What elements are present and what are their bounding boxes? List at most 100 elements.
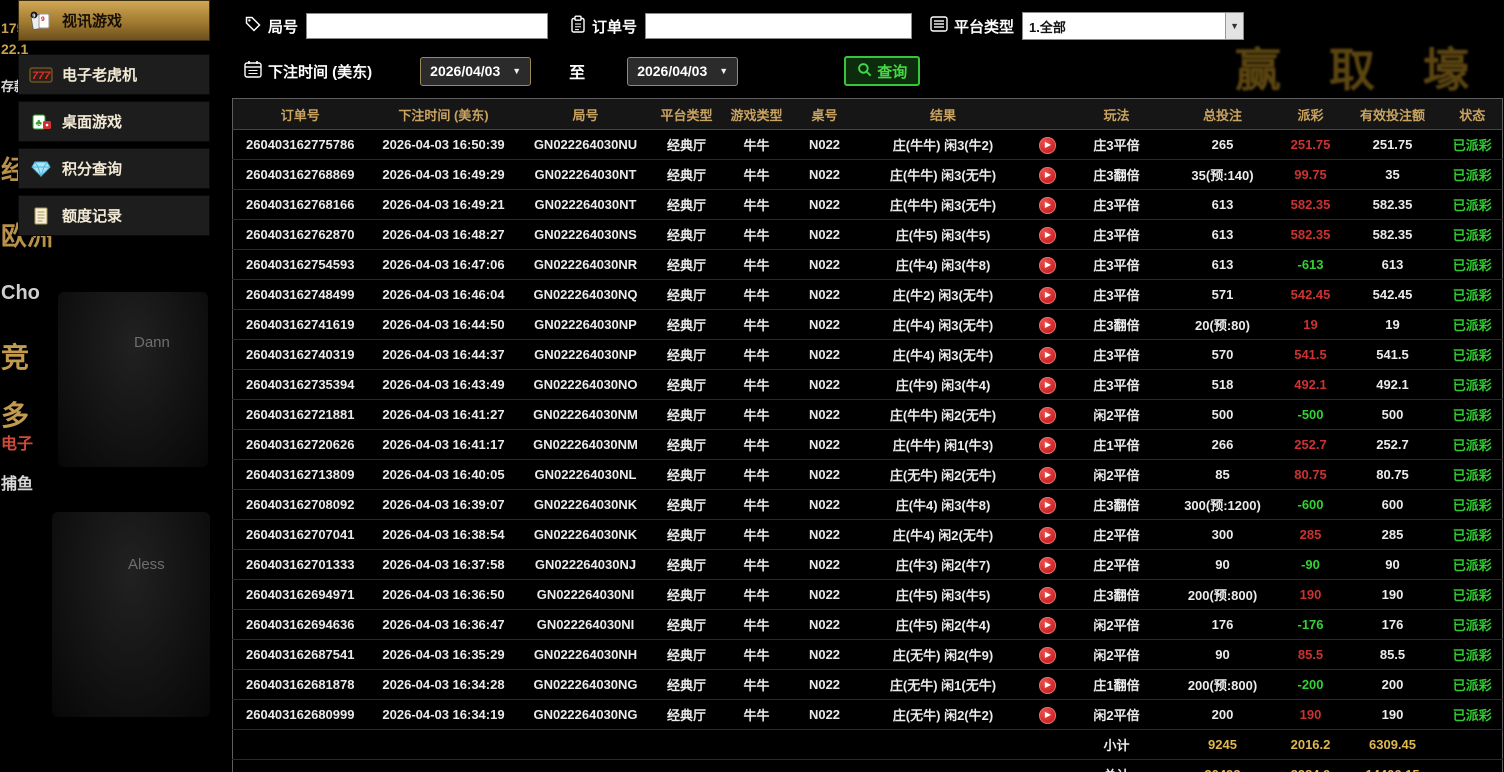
- cell-table-number: N022: [791, 459, 858, 490]
- play-icon: ▶: [1044, 470, 1052, 480]
- cell-game-type: 牛牛: [721, 339, 792, 370]
- cell-status: 已派彩: [1442, 429, 1503, 460]
- cell-valid-bet: 613: [1342, 249, 1443, 280]
- date-to-picker[interactable]: 2026/04/03 ▼: [627, 56, 739, 86]
- cell-game-type: 牛牛: [721, 369, 792, 400]
- cell-payout: 190: [1278, 699, 1343, 730]
- cell-payout: 80.75: [1278, 459, 1343, 490]
- cell-total-bet: 300: [1166, 519, 1279, 550]
- replay-button[interactable]: ▶: [1039, 316, 1056, 334]
- replay-button[interactable]: ▶: [1039, 196, 1056, 214]
- round-number-input[interactable]: [306, 13, 549, 39]
- cell-round-number: GN022264030NK: [519, 489, 652, 520]
- sidebar-item-slots[interactable]: 777 电子老虎机: [18, 54, 210, 95]
- play-icon: ▶: [1044, 380, 1052, 390]
- replay-button[interactable]: ▶: [1039, 586, 1056, 604]
- table-row: 260403162694971 2026-04-03 16:36:50 GN02…: [232, 579, 1503, 610]
- platform-type-select[interactable]: 1.全部 ▼: [1022, 12, 1245, 40]
- table-row: 260403162741619 2026-04-03 16:44:50 GN02…: [232, 309, 1503, 340]
- cell-platform-type: 经典厅: [651, 309, 722, 340]
- cell-result: 庄(牛牛) 闲3(无牛): [857, 189, 1029, 220]
- replay-button[interactable]: ▶: [1039, 646, 1056, 664]
- play-icon: ▶: [1044, 350, 1052, 360]
- table-header-row: 订单号 下注时间 (美东) 局号 平台类型 游戏类型 桌号 结果 玩法 总投注 …: [232, 98, 1503, 130]
- cell-replay: ▶: [1028, 609, 1067, 640]
- replay-button[interactable]: ▶: [1039, 406, 1056, 424]
- cell-table-number: N022: [791, 339, 858, 370]
- cell-game-type: 牛牛: [721, 189, 792, 220]
- search-button[interactable]: 查询: [844, 56, 921, 86]
- replay-button[interactable]: ▶: [1039, 286, 1056, 304]
- replay-button[interactable]: ▶: [1039, 226, 1056, 244]
- order-number-input[interactable]: [645, 13, 913, 39]
- sidebar-item-label: 积分查询: [62, 161, 123, 178]
- replay-button[interactable]: ▶: [1039, 166, 1056, 184]
- cell-bet-time: 2026-04-03 16:34:19: [367, 699, 520, 730]
- svg-text:9: 9: [41, 16, 45, 23]
- header-play-method: 玩法: [1066, 98, 1167, 130]
- cell-result: 庄(牛牛) 闲2(无牛): [857, 399, 1029, 430]
- cell-game-type: 牛牛: [721, 699, 792, 730]
- replay-button[interactable]: ▶: [1039, 496, 1056, 514]
- replay-button[interactable]: ▶: [1039, 436, 1056, 454]
- replay-button[interactable]: ▶: [1039, 466, 1056, 484]
- cell-replay: ▶: [1028, 489, 1067, 520]
- cell-round-number: GN022264030NQ: [519, 279, 652, 310]
- cell-bet-time: 2026-04-03 16:38:54: [367, 519, 520, 550]
- date-from-value: 2026/04/03: [430, 63, 501, 79]
- replay-button[interactable]: ▶: [1039, 676, 1056, 694]
- cell-status: 已派彩: [1442, 639, 1503, 670]
- replay-button[interactable]: ▶: [1039, 376, 1056, 394]
- cell-round-number: GN022264030NP: [519, 339, 652, 370]
- subtotal-total-bet: 9245: [1166, 729, 1279, 760]
- sidebar-item-label: 桌面游戏: [62, 114, 123, 131]
- replay-button[interactable]: ▶: [1039, 256, 1056, 274]
- order-number-label: 订单号: [592, 18, 638, 36]
- replay-button[interactable]: ▶: [1039, 346, 1056, 364]
- replay-button[interactable]: ▶: [1039, 136, 1056, 154]
- cell-platform-type: 经典厅: [651, 429, 722, 460]
- cell-valid-bet: 251.75: [1342, 129, 1443, 160]
- cell-round-number: GN022264030NM: [519, 429, 652, 460]
- cell-valid-bet: 252.7: [1342, 429, 1443, 460]
- cell-replay: ▶: [1028, 249, 1067, 280]
- table-row: 260403162762870 2026-04-03 16:48:27 GN02…: [232, 219, 1503, 250]
- bg-hall-fragment: Cho: [1, 282, 40, 304]
- replay-button[interactable]: ▶: [1039, 526, 1056, 544]
- cell-payout: 252.7: [1278, 429, 1343, 460]
- cell-result: 庄(牛2) 闲3(无牛): [857, 279, 1029, 310]
- replay-button[interactable]: ▶: [1039, 556, 1056, 574]
- sidebar-item-table-games[interactable]: ♣ 桌面游戏: [18, 101, 210, 142]
- play-icon: ▶: [1044, 500, 1052, 510]
- cell-order-number: 260403162713809: [232, 459, 368, 490]
- cell-valid-bet: 582.35: [1342, 189, 1443, 220]
- cell-round-number: GN022264030NH: [519, 639, 652, 670]
- cell-order-number: 260403162768166: [232, 189, 368, 220]
- cell-replay: ▶: [1028, 429, 1067, 460]
- replay-button[interactable]: ▶: [1039, 616, 1056, 634]
- cell-play-method: 庄3翻倍: [1066, 579, 1167, 610]
- cell-payout: 541.5: [1278, 339, 1343, 370]
- cell-game-type: 牛牛: [721, 159, 792, 190]
- sidebar-item-label: 视讯游戏: [62, 13, 123, 30]
- sidebar-item-video-games[interactable]: 9 9 视讯游戏: [18, 0, 210, 41]
- cell-total-bet: 613: [1166, 249, 1279, 280]
- table-row: 260403162681878 2026-04-03 16:34:28 GN02…: [232, 669, 1503, 700]
- cell-round-number: GN022264030NR: [519, 249, 652, 280]
- cell-payout: 285: [1278, 519, 1343, 550]
- replay-button[interactable]: ▶: [1039, 706, 1056, 724]
- records-table: 订单号 下注时间 (美东) 局号 平台类型 游戏类型 桌号 结果 玩法 总投注 …: [232, 98, 1503, 772]
- cell-round-number: GN022264030NT: [519, 189, 652, 220]
- date-from-picker[interactable]: 2026/04/03 ▼: [420, 56, 532, 86]
- cell-status: 已派彩: [1442, 279, 1503, 310]
- sidebar-item-points-query[interactable]: 积分查询: [18, 148, 210, 189]
- cell-order-number: 260403162680999: [232, 699, 368, 730]
- table-row: 260403162735394 2026-04-03 16:43:49 GN02…: [232, 369, 1503, 400]
- cell-replay: ▶: [1028, 129, 1067, 160]
- subtotal-valid-bet: 6309.45: [1342, 729, 1443, 760]
- total-payout: 2984.9: [1278, 759, 1343, 772]
- cell-payout: 190: [1278, 579, 1343, 610]
- slot-777-icon: 777: [29, 66, 53, 84]
- sidebar-item-quota-records[interactable]: 额度记录: [18, 195, 210, 236]
- cell-play-method: 庄1平倍: [1066, 429, 1167, 460]
